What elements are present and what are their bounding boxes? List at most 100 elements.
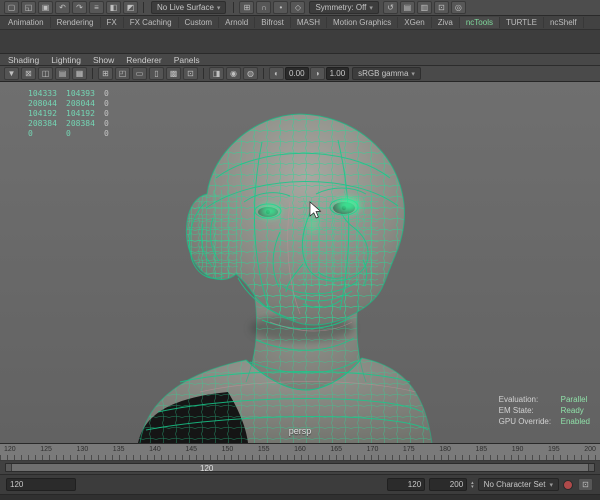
evaluation-hud-row: GPU Override: Enabled [498, 417, 590, 426]
shelf-tab-fx-caching[interactable]: FX Caching [124, 17, 179, 28]
snap-to-curve-icon[interactable]: ∩ [256, 1, 272, 14]
live-surface-dropdown[interactable]: No Live Surface ▾ [151, 1, 227, 14]
film-gate-icon[interactable]: ▭ [132, 67, 147, 80]
shelf-tab-custom[interactable]: Custom [179, 17, 220, 28]
range-start-label: 120 [200, 464, 214, 473]
shelf-tab-bifrost[interactable]: Bifrost [255, 17, 291, 28]
bookmarks-icon[interactable]: ▤ [55, 67, 70, 80]
chevron-down-icon: ▾ [369, 4, 373, 12]
divider [203, 68, 204, 79]
save-scene-icon[interactable]: ▣ [38, 1, 53, 14]
panel-menu-lighting[interactable]: Lighting [45, 55, 87, 65]
paint-effects-icon[interactable]: ◎ [450, 1, 466, 14]
divider [143, 2, 144, 13]
symmetry-label: Symmetry: Off [315, 3, 367, 12]
frame-spinner-icon[interactable]: ▴ ▾ [471, 480, 474, 489]
wireframe-on-shaded-icon[interactable]: ◉ [226, 67, 241, 80]
current-frame-field[interactable]: 120 [6, 478, 76, 491]
poly-count-row: 104333 104393 0 [28, 89, 109, 98]
render-settings-icon[interactable]: ⊡ [433, 1, 449, 14]
shelf-tab-arnold[interactable]: Arnold [219, 17, 256, 28]
chevron-down-icon: ▾ [549, 481, 553, 489]
resolution-gate-icon[interactable]: ▯ [149, 67, 164, 80]
panel-menu-bar: Shading Lighting Show Renderer Panels [0, 54, 600, 66]
viewport-toolbar: ▼ ⊠ ◫ ▤ ▦ ⊞ ◰ ▭ ▯ ▩ ⊡ ◨ ◉ ◍ ◐ 0.00 ◑ 1.0… [0, 66, 600, 82]
live-surface-label: No Live Surface [157, 3, 214, 12]
2d-pan-zoom-icon[interactable]: ⊞ [98, 67, 113, 80]
shelf-tab-xgen[interactable]: XGen [398, 17, 432, 28]
view-transform-label: sRGB gamma [358, 69, 409, 78]
view-transform-dropdown[interactable]: sRGB gamma ▾ [352, 67, 421, 80]
divider [233, 2, 235, 13]
camera-label: persp [288, 426, 312, 436]
evaluation-hud-row: EM State: Ready [498, 406, 584, 415]
undo-icon[interactable]: ↶ [55, 1, 70, 14]
panel-menu-renderer[interactable]: Renderer [120, 55, 167, 65]
maya-window: ▢ ◱ ▣ ↶ ↷ ≡ ◧ ◩ No Live Surface ▾ ⊞ ∩ • … [0, 0, 600, 500]
safe-action-icon[interactable]: ◨ [209, 67, 224, 80]
time-slider-ticks [0, 455, 600, 460]
shelf-tab-fx[interactable]: FX [101, 17, 124, 28]
snap-to-point-icon[interactable]: • [273, 1, 289, 14]
new-scene-icon[interactable]: ▢ [4, 1, 19, 14]
playback-start-field[interactable]: 120 [387, 478, 426, 491]
render-current-frame-icon[interactable]: ▤ [399, 1, 415, 14]
lock-camera-icon[interactable]: ⊠ [21, 67, 36, 80]
select-by-hierarchy-icon[interactable]: ≡ [89, 1, 104, 14]
panel-menu-show[interactable]: Show [87, 55, 120, 65]
shelf-tab-motion-graphics[interactable]: Motion Graphics [327, 17, 399, 28]
range-slider-bar[interactable]: 120 [5, 463, 595, 473]
shelf-content [0, 30, 600, 54]
panel-menu-shading[interactable]: Shading [2, 55, 45, 65]
divider [92, 68, 93, 79]
viewport[interactable]: 104333 104393 0 208044 208044 0 104192 104192… [0, 82, 600, 444]
select-by-object-icon[interactable]: ◧ [106, 1, 121, 14]
select-by-component-icon[interactable]: ◩ [123, 1, 138, 14]
divider [263, 68, 264, 79]
character-set-label: No Character Set [483, 480, 546, 489]
overscan-settings-icon[interactable]: ◰ [115, 67, 130, 80]
exposure-field[interactable]: 0.00 [285, 67, 309, 80]
exposure-icon[interactable]: ◐ [269, 67, 284, 80]
panel-menu-panels[interactable]: Panels [168, 55, 206, 65]
snap-to-grid-icon[interactable]: ⊞ [239, 1, 255, 14]
animation-preferences-icon[interactable]: ⊡ [578, 478, 593, 491]
poly-count-row: 208384 208384 0 [28, 119, 109, 128]
poly-count-hud: 104333 104393 0 208044 208044 0 104192 104192… [28, 89, 120, 139]
poly-count-row: 000 [28, 129, 109, 138]
field-chart-icon[interactable]: ⊡ [183, 67, 198, 80]
construction-history-icon[interactable]: ↺ [382, 1, 398, 14]
shelf-tab-bar: Animation Rendering FX FX Caching Custom… [0, 16, 600, 30]
shelf-tab-animation[interactable]: Animation [2, 17, 51, 28]
gamma-icon[interactable]: ◑ [309, 67, 325, 80]
gate-mask-icon[interactable]: ▩ [166, 67, 181, 80]
shelf-tab-ziva[interactable]: Ziva [432, 17, 460, 28]
auto-keyframe-icon[interactable] [563, 479, 573, 490]
evaluation-hud-row: Evaluation: Parallel [498, 395, 588, 404]
time-slider[interactable]: 120 125 130 135 140 145 150 155 160 165 170 175 180 1… [0, 443, 600, 461]
camera-attributes-icon[interactable]: ◫ [38, 67, 53, 80]
shelf-tab-nctools[interactable]: ncTools [459, 17, 500, 28]
poly-count-row: 208044 208044 0 [28, 99, 109, 108]
poly-count-row: 104192 104192 0 [28, 109, 109, 118]
select-camera-icon[interactable]: ▼ [4, 67, 19, 80]
xray-icon[interactable]: ◍ [243, 67, 258, 80]
ipr-render-icon[interactable]: ▥ [416, 1, 432, 14]
symmetry-dropdown[interactable]: Symmetry: Off ▾ [309, 1, 379, 14]
chevron-down-icon: ▾ [216, 4, 221, 12]
shelf-tab-mash[interactable]: MASH [291, 17, 328, 28]
image-plane-icon[interactable]: ▦ [72, 67, 87, 80]
gamma-field[interactable]: 1.00 [325, 67, 350, 80]
snap-to-plane-icon[interactable]: ◇ [290, 1, 306, 14]
shelf-tab-ncshelf[interactable]: ncShelf [544, 17, 584, 28]
time-slider-labels: 120 125 130 135 140 145 150 155 160 165 170 175 180 1… [4, 446, 596, 453]
chevron-down-icon: ▾ [411, 70, 415, 78]
playback-options-bar: 120 120 200 ▴ ▾ No Character Set ▾ ⊡ [0, 475, 600, 495]
character-set-dropdown[interactable]: No Character Set ▾ [477, 478, 559, 491]
range-slider[interactable]: 120 [0, 461, 600, 475]
redo-icon[interactable]: ↷ [72, 1, 87, 14]
playback-end-field[interactable]: 200 [429, 478, 468, 491]
shelf-tab-rendering[interactable]: Rendering [51, 17, 101, 28]
shelf-tab-turtle[interactable]: TURTLE [500, 17, 544, 28]
open-scene-icon[interactable]: ◱ [21, 1, 36, 14]
